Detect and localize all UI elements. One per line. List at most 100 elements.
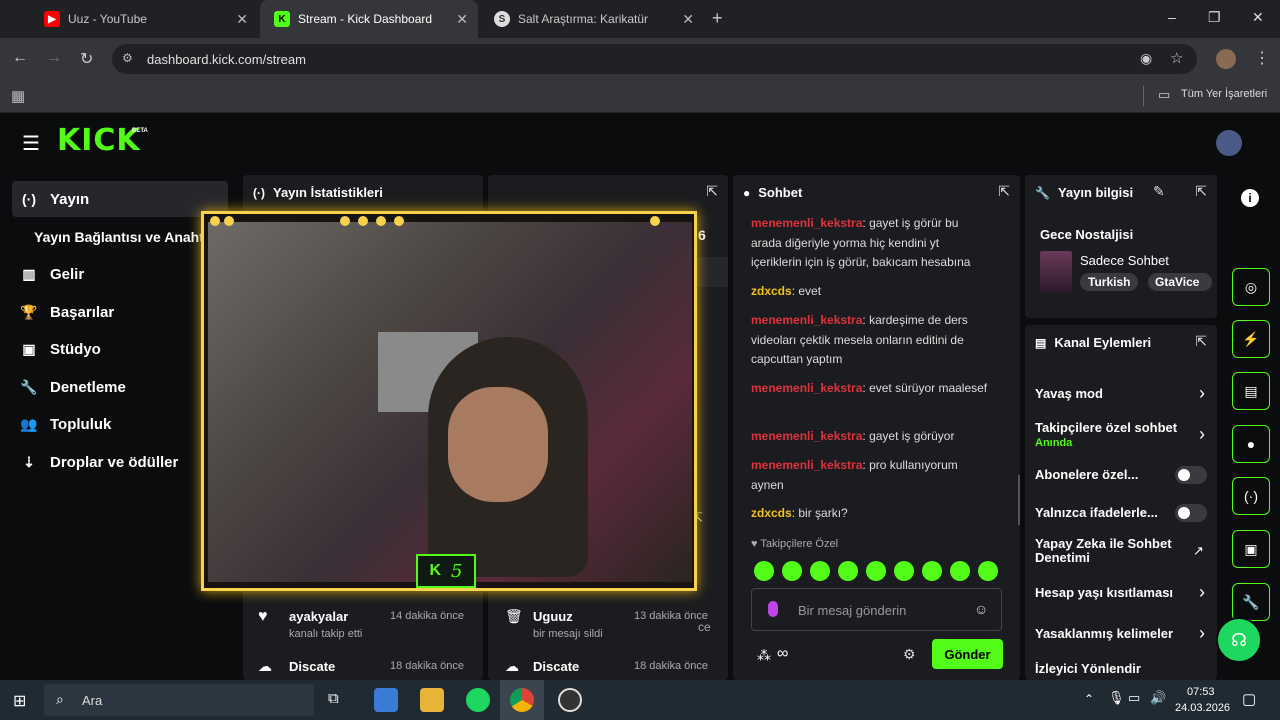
chat-icon[interactable]: ● xyxy=(1232,425,1270,463)
chat-username[interactable]: zdxcds xyxy=(751,284,792,298)
action-raid[interactable]: İzleyici Yönlendir xyxy=(1035,661,1207,676)
sidebar-item-gelir[interactable]: ▥ Gelir xyxy=(12,256,228,292)
notification-icon[interactable]: ▢ xyxy=(1242,690,1256,708)
file-explorer-icon[interactable] xyxy=(420,688,444,712)
action-slow-mode[interactable]: Yavaş mod xyxy=(1035,386,1207,401)
sidebar-item-basarilar[interactable]: 🏆 Başarılar xyxy=(12,294,228,330)
mail-app-icon[interactable] xyxy=(374,688,398,712)
send-button[interactable]: Gönder xyxy=(932,639,1003,669)
chat-scrollbar[interactable] xyxy=(1018,475,1020,525)
emote-icon[interactable] xyxy=(838,561,858,581)
popout-icon[interactable]: ⇱ xyxy=(1195,333,1207,350)
kick-logo[interactable]: KICK xyxy=(57,123,141,158)
activity-item[interactable]: 🗑 Uguuz 13 dakika önce bir mesajı sildi xyxy=(503,606,723,646)
gear-icon[interactable]: ⚙ xyxy=(903,646,916,663)
lightning-icon[interactable]: ⚡ xyxy=(1232,320,1270,358)
category-name[interactable]: Sadece Sohbet xyxy=(1080,253,1169,268)
emotes-only-toggle[interactable] xyxy=(1175,504,1207,522)
tab-salt[interactable]: S Salt Araştırma: Karikatür ✕ xyxy=(480,0,704,38)
emote-icon[interactable] xyxy=(754,561,774,581)
chat-username[interactable]: menemenli_kekstra xyxy=(751,381,862,395)
chat-input[interactable]: Bir mesaj gönderin ☺ xyxy=(751,588,1002,631)
external-link-icon[interactable]: ↗ xyxy=(1193,543,1204,559)
tag-chip[interactable]: Turkish xyxy=(1080,273,1139,291)
sidebar-item-stream-key[interactable]: Yayın Bağlantısı ve Anahtar xyxy=(12,219,212,255)
popout-icon[interactable]: ⇱ xyxy=(1195,183,1207,200)
tab-youtube[interactable]: ▶ Uuz - YouTube ✕ xyxy=(30,0,258,38)
hamburger-icon[interactable]: ☰ xyxy=(22,131,40,156)
activity-item[interactable]: ♥ ayakyalar 14 dakika önce kanalı takip … xyxy=(258,606,478,646)
emote-icon[interactable] xyxy=(922,561,942,581)
windows-start-icon[interactable]: ⊞ xyxy=(13,691,26,711)
layout-icon[interactable]: ▣ xyxy=(1232,530,1270,568)
taskbar-search[interactable]: ⌕ Ara xyxy=(44,684,314,716)
category-thumbnail[interactable] xyxy=(1040,251,1072,293)
emote-icon[interactable] xyxy=(950,561,970,581)
url-bar[interactable]: ⚙ dashboard.kick.com/stream ◉ ☆ xyxy=(112,44,1197,74)
emote-icon[interactable] xyxy=(782,561,802,581)
activity-item[interactable]: ☁ Discate 18 dakika önce xyxy=(503,656,723,678)
chat-username[interactable]: menemenli_kekstra xyxy=(751,313,862,327)
broadcast-icon[interactable]: (·) xyxy=(1232,477,1270,515)
chat-username[interactable]: menemenli_kekstra xyxy=(751,458,862,472)
network-icon[interactable]: ▭ xyxy=(1128,690,1140,706)
new-tab-button[interactable]: + xyxy=(712,8,723,29)
sidebar-item-droplar[interactable]: ⇣ Droplar ve ödüller xyxy=(12,444,228,480)
menu-dots-icon[interactable]: ⋮ xyxy=(1254,48,1270,68)
camera-icon[interactable]: ◎ xyxy=(1232,268,1270,306)
chat-username[interactable]: menemenli_kekstra xyxy=(751,216,862,230)
profile-avatar[interactable] xyxy=(1216,49,1236,69)
emote-icon[interactable] xyxy=(978,561,998,581)
mic-icon[interactable] xyxy=(768,601,778,617)
chevron-right-icon[interactable]: › xyxy=(1199,424,1205,445)
activity-item[interactable]: ☁ Discate 18 dakika önce xyxy=(258,656,478,678)
chat-username[interactable]: menemenli_kekstra xyxy=(751,429,862,443)
popout-icon[interactable]: ⇱ xyxy=(998,183,1010,200)
action-account-age[interactable]: Hesap yaşı kısıtlaması xyxy=(1035,585,1207,600)
all-bookmarks-link[interactable]: Tüm Yer İşaretleri xyxy=(1181,88,1267,100)
back-icon[interactable]: ← xyxy=(12,49,28,67)
maximize-button[interactable]: ❐ xyxy=(1208,9,1221,26)
emoji-icon[interactable]: ☺ xyxy=(974,601,988,617)
notes-icon[interactable]: ▤ xyxy=(1232,372,1270,410)
infinity-icon[interactable]: ∞ xyxy=(777,645,788,663)
close-window-button[interactable]: ✕ xyxy=(1252,9,1264,26)
star-icon[interactable]: ☆ xyxy=(1170,49,1183,67)
subscribers-only-toggle[interactable] xyxy=(1175,466,1207,484)
action-followers-only[interactable]: Takipçilere özel sohbet xyxy=(1035,420,1207,435)
chevron-up-icon[interactable]: ⌃ xyxy=(1084,692,1094,706)
chevron-right-icon[interactable]: › xyxy=(1199,582,1205,603)
chevron-right-icon[interactable]: › xyxy=(1199,383,1205,404)
emote-icon[interactable] xyxy=(866,561,886,581)
microphone-icon[interactable]: 🎙 xyxy=(1108,690,1125,706)
chevron-right-icon[interactable]: › xyxy=(1199,623,1205,644)
apps-grid-icon[interactable]: ▦ xyxy=(11,87,25,105)
action-ai-moderation[interactable]: Yapay Zeka ile Sohbet Denetimi xyxy=(1035,537,1185,565)
tag-chip[interactable]: GtaVice xyxy=(1148,273,1212,291)
support-chat-button[interactable]: ☊ xyxy=(1216,617,1262,663)
sidebar-item-yayin[interactable]: (·) Yayın xyxy=(12,181,228,217)
close-tab-icon[interactable]: ✕ xyxy=(456,11,468,28)
users-icon[interactable]: ⁂ xyxy=(757,647,771,664)
clock-date[interactable]: 24.03.2026 xyxy=(1175,702,1230,714)
chat-username[interactable]: zdxcds xyxy=(751,506,792,520)
close-tab-icon[interactable]: ✕ xyxy=(236,11,248,28)
obs-icon[interactable] xyxy=(558,688,582,712)
volume-icon[interactable]: 🔊 xyxy=(1150,690,1166,706)
sidebar-item-studyo[interactable]: ▣ Stüdyo xyxy=(12,331,228,367)
wrench-icon[interactable]: 🔧 xyxy=(1232,583,1270,621)
reload-icon[interactable]: ↻ xyxy=(80,49,93,69)
user-avatar[interactable] xyxy=(1216,130,1242,156)
emote-icon[interactable] xyxy=(894,561,914,581)
sidebar-item-denetleme[interactable]: 🔧 Denetleme xyxy=(12,369,228,405)
chrome-taskbar-item[interactable] xyxy=(500,680,544,720)
eye-off-icon[interactable]: ◉ xyxy=(1140,50,1152,67)
action-banned-words[interactable]: Yasaklanmış kelimeler xyxy=(1035,626,1207,641)
minimize-button[interactable]: – xyxy=(1168,9,1176,25)
close-tab-icon[interactable]: ✕ xyxy=(682,11,694,28)
task-view-icon[interactable]: ⧉ xyxy=(328,690,339,707)
clock-time[interactable]: 07:53 xyxy=(1187,686,1215,698)
emote-icon[interactable] xyxy=(810,561,830,581)
sidebar-item-topluluk[interactable]: 👥 Topluluk xyxy=(12,406,228,442)
tab-kick[interactable]: K Stream - Kick Dashboard ✕ xyxy=(260,0,478,38)
